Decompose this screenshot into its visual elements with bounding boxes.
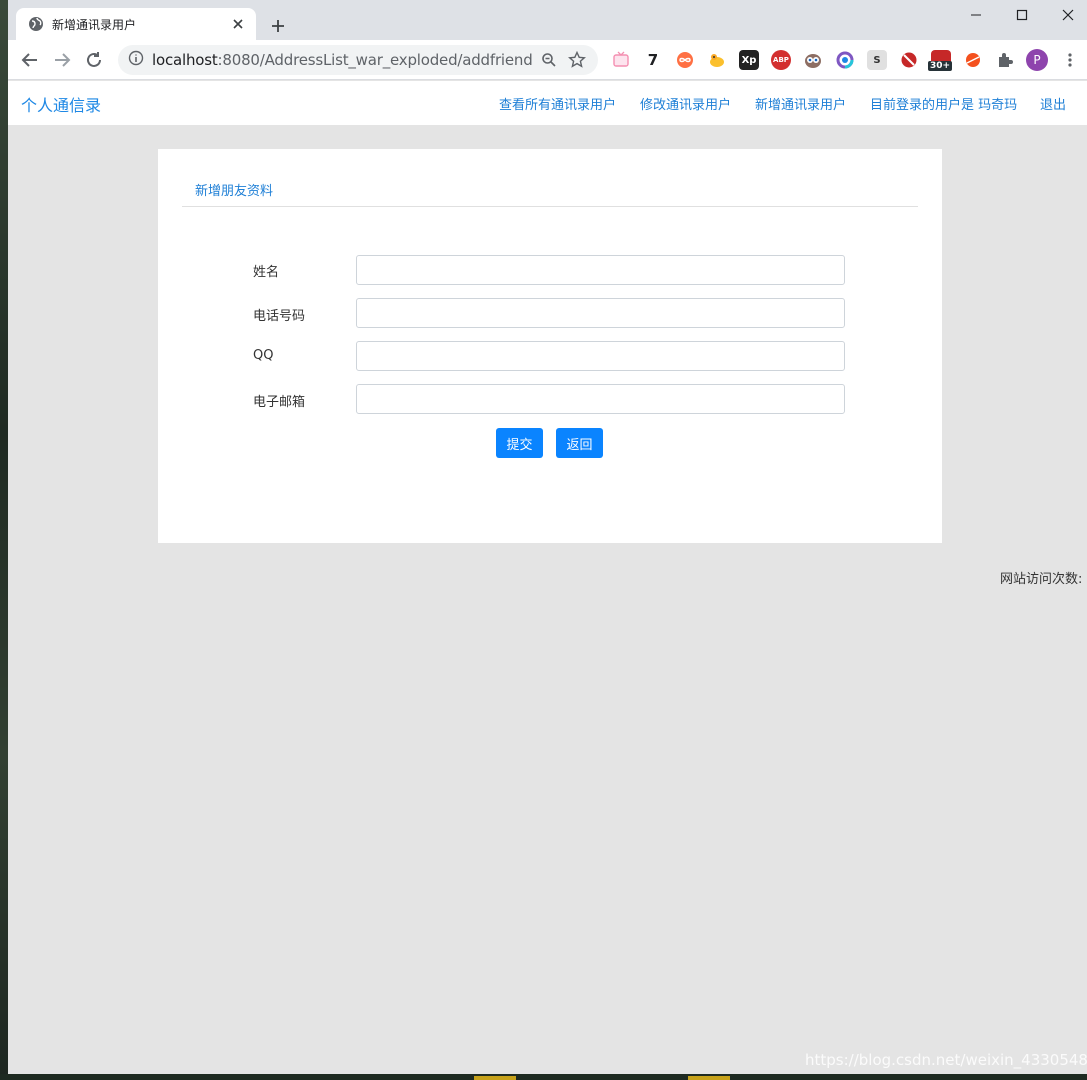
- card-divider: [182, 206, 918, 207]
- qq-input[interactable]: [356, 341, 845, 371]
- extension-ball-icon[interactable]: [963, 50, 983, 70]
- url-host: localhost: [152, 51, 218, 69]
- email-label: 电子邮箱: [253, 395, 306, 410]
- logout-link[interactable]: 退出: [1040, 94, 1066, 113]
- name-label: 姓名: [253, 265, 280, 280]
- extension-seven-icon[interactable]: 7: [643, 50, 663, 70]
- extension-infinity-icon[interactable]: [675, 50, 695, 70]
- extension-block-icon[interactable]: [899, 50, 919, 70]
- nav-add-link[interactable]: 新增通讯录用户: [755, 94, 846, 113]
- url-text: localhost:8080/AddressList_war_exploded/…: [152, 51, 532, 69]
- back-link-button[interactable]: 返回: [556, 428, 603, 458]
- visit-counter: 网站访问次数: 4: [1000, 572, 1087, 587]
- extension-s-icon[interactable]: S: [867, 50, 887, 70]
- desktop-edge: [0, 0, 8, 1080]
- close-tab-icon[interactable]: [230, 16, 246, 32]
- browser-toolbar: localhost:8080/AddressList_war_exploded/…: [8, 40, 1087, 80]
- taskbar-indicator: [688, 1076, 730, 1080]
- browser-tab[interactable]: 新增通讯录用户: [16, 8, 256, 40]
- minimize-button[interactable]: [953, 0, 999, 30]
- extension-pet-icon[interactable]: [707, 50, 727, 70]
- extension-badge: 30+: [928, 61, 953, 71]
- reload-button[interactable]: [82, 48, 106, 72]
- address-bar[interactable]: localhost:8080/AddressList_war_exploded/…: [118, 45, 598, 75]
- maximize-button[interactable]: [999, 0, 1045, 30]
- watermark-text: https://blog.csdn.net/weixin_43305485: [805, 1051, 1087, 1069]
- extensions-puzzle-icon[interactable]: [995, 50, 1015, 70]
- new-tab-button[interactable]: [266, 14, 290, 38]
- info-icon[interactable]: [128, 50, 144, 70]
- extension-xp-icon[interactable]: Xp: [739, 50, 759, 70]
- profile-avatar[interactable]: P: [1026, 49, 1048, 71]
- submit-button[interactable]: 提交: [496, 428, 543, 458]
- nav-edit-link[interactable]: 修改通讯录用户: [640, 94, 731, 113]
- extension-tv-icon[interactable]: [611, 50, 631, 70]
- close-window-button[interactable]: [1045, 0, 1087, 30]
- phone-label: 电话号码: [253, 309, 306, 324]
- qq-label: QQ: [253, 348, 274, 363]
- forward-button[interactable]: [50, 48, 74, 72]
- taskbar-indicator: [474, 1076, 516, 1080]
- extension-color-ring-icon[interactable]: [835, 50, 855, 70]
- name-input[interactable]: [356, 255, 845, 285]
- back-button[interactable]: [18, 48, 42, 72]
- brand-link[interactable]: 个人通信录: [21, 92, 101, 116]
- phone-input[interactable]: [356, 298, 845, 328]
- nav-view-all-link[interactable]: 查看所有通讯录用户: [499, 94, 616, 113]
- browser-menu-icon[interactable]: [1060, 50, 1080, 70]
- add-friend-card: 新增朋友资料 姓名 电话号码 QQ 电子邮箱 提交 返回: [158, 149, 942, 543]
- bookmark-star-icon[interactable]: [566, 49, 588, 71]
- extension-cnn-icon[interactable]: 30+: [928, 50, 953, 71]
- tab-strip: 新增通讯录用户: [8, 0, 1087, 40]
- extension-owl-icon[interactable]: [803, 50, 823, 70]
- card-title: 新增朋友资料: [195, 184, 274, 199]
- app-navbar: 个人通信录 查看所有通讯录用户 修改通讯录用户 新增通讯录用户 目前登录的用户是…: [8, 81, 1087, 125]
- globe-icon: [28, 16, 44, 32]
- current-user-label[interactable]: 目前登录的用户是 玛奇玛: [870, 94, 1017, 113]
- taskbar-edge: [0, 1074, 1087, 1080]
- zoom-icon[interactable]: [538, 49, 560, 71]
- email-input[interactable]: [356, 384, 845, 414]
- adblock-icon[interactable]: ABP: [771, 50, 791, 70]
- page-content: 个人通信录 查看所有通讯录用户 修改通讯录用户 新增通讯录用户 目前登录的用户是…: [8, 81, 1087, 1074]
- tab-title: 新增通讯录用户: [52, 17, 137, 32]
- url-path: :8080/AddressList_war_exploded/addfriend…: [217, 51, 532, 69]
- browser-window: 新增通讯录用户 localhost:8080/AddressList_war_e…: [8, 0, 1087, 1074]
